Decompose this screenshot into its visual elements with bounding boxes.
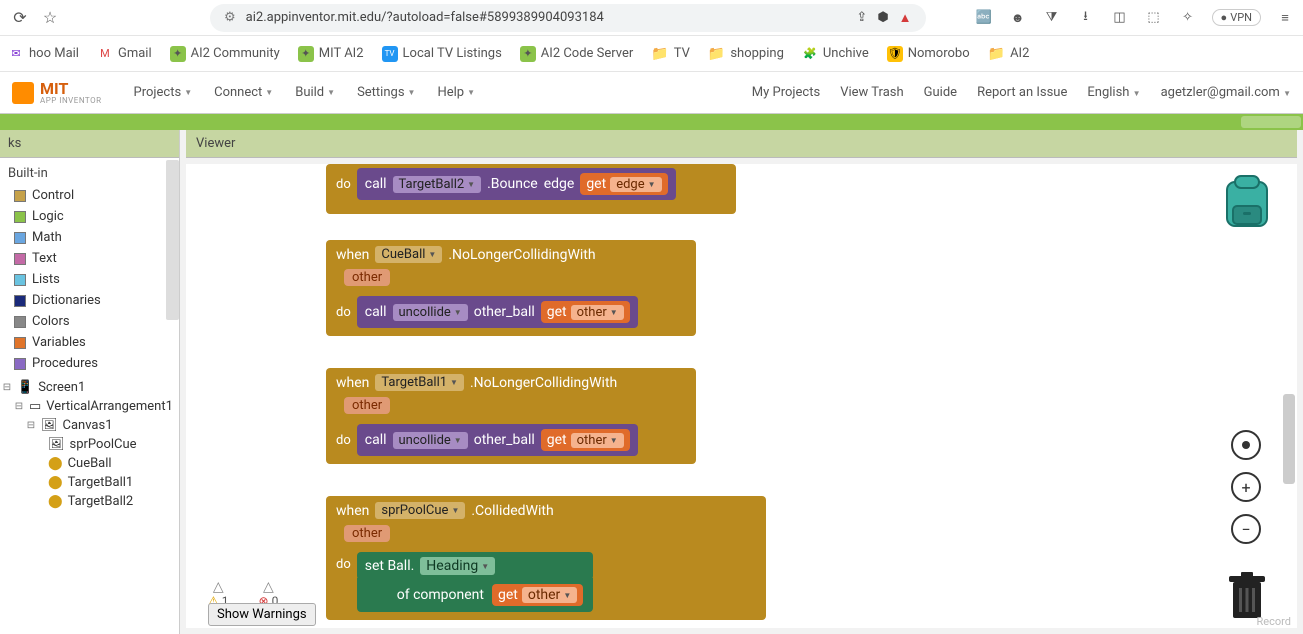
bookmark-nomorobo[interactable]: 🛡Nomorobo <box>887 46 970 62</box>
get-other-block[interactable]: get other▼ <box>492 584 583 606</box>
bookmark-icon[interactable]: ☆ <box>38 6 62 30</box>
link-my-projects[interactable]: My Projects <box>752 85 820 100</box>
sidepanel-icon[interactable]: ◫ <box>1110 8 1130 28</box>
downloads-icon[interactable]: ⭳ <box>1076 8 1096 28</box>
link-guide[interactable]: Guide <box>924 85 957 100</box>
url-text: ai2.appinventor.mit.edu/?autoload=false#… <box>246 10 604 25</box>
collapse-up-icon[interactable]: △ <box>263 580 274 594</box>
blocks-palette: ks Built-in Control Logic Math Text List… <box>0 130 180 634</box>
event-cueball-nolongercolliding[interactable]: when CueBall▼ .NoLongerCollidingWith oth… <box>326 240 696 336</box>
bookmark-ai2-folder[interactable]: 📁AI2 <box>988 46 1030 62</box>
set-heading-block[interactable]: set Ball. Heading▼ <box>357 552 593 580</box>
menu-connect[interactable]: Connect▼ <box>214 85 273 100</box>
zoom-out-button[interactable]: − <box>1231 514 1261 544</box>
drawer-logic[interactable]: Logic <box>0 206 179 227</box>
menu-help[interactable]: Help▼ <box>437 85 475 100</box>
trash-icon[interactable] <box>1227 572 1267 620</box>
call-uncollide-block[interactable]: call uncollide▼ other_ball get other▼ <box>357 424 638 456</box>
get-other-block[interactable]: get other▼ <box>541 429 630 451</box>
viewer-scrollbar[interactable] <box>1283 394 1295 484</box>
call-bounce-block[interactable]: call TargetBall2▼ .Bounce edge get edge▼ <box>357 168 676 200</box>
drawer-lists[interactable]: Lists <box>0 269 179 290</box>
menu-account[interactable]: agetzler@gmail.com ▼ <box>1161 85 1291 100</box>
blocks-canvas[interactable]: do call TargetBall2▼ .Bounce edge get ed… <box>186 164 1297 628</box>
dropdown-uncollide[interactable]: uncollide▼ <box>393 432 468 449</box>
zoom-in-button[interactable]: + <box>1231 472 1261 502</box>
drawer-variables[interactable]: Variables <box>0 332 179 353</box>
bookmark-unchive[interactable]: 🧩Unchive <box>802 46 869 62</box>
dropdown-cueball[interactable]: CueBall▼ <box>375 246 442 263</box>
viewer-panel: Viewer do call TargetBall2▼ .Bounce edge… <box>180 130 1303 634</box>
wallet-icon[interactable]: ⬚ <box>1144 8 1164 28</box>
reload-icon[interactable]: ⟳ <box>8 6 32 30</box>
component-vertical-arrangement[interactable]: ⊟▭VerticalArrangement1 <box>0 397 179 416</box>
event-block-edgereached[interactable]: do call TargetBall2▼ .Bounce edge get ed… <box>326 164 736 214</box>
profile-icon[interactable]: ☻ <box>1008 8 1028 28</box>
param-other[interactable]: other <box>344 525 390 542</box>
extensions-icon[interactable]: ⧩ <box>1042 8 1062 28</box>
dropdown-sprpoolcue[interactable]: sprPoolCue▼ <box>375 502 465 519</box>
drawer-math[interactable]: Math <box>0 227 179 248</box>
bookmark-ai2-community[interactable]: ✦AI2 Community <box>170 46 280 62</box>
bookmarks-bar: ✉hoo Mail MGmail ✦AI2 Community ✦MIT AI2… <box>0 36 1303 72</box>
toolbar-strip <box>0 114 1303 130</box>
dropdown-uncollide[interactable]: uncollide▼ <box>393 304 468 321</box>
appinventor-topbar: MITAPP INVENTOR Projects▼ Connect▼ Build… <box>0 72 1303 114</box>
event-sprpoolcue-collidedwith[interactable]: when sprPoolCue▼ .CollidedWith other do … <box>326 496 766 620</box>
drawer-dictionaries[interactable]: Dictionaries <box>0 290 179 311</box>
bookmark-yahoo-mail[interactable]: ✉hoo Mail <box>8 46 79 62</box>
builtin-header[interactable]: Built-in <box>0 162 179 185</box>
bookmark-mit-ai2[interactable]: ✦MIT AI2 <box>298 46 364 62</box>
translate-icon[interactable]: 🔤 <box>974 8 994 28</box>
backpack-icon[interactable] <box>1221 172 1273 230</box>
link-view-trash[interactable]: View Trash <box>840 85 903 100</box>
event-targetball1-nolongercolliding[interactable]: when TargetBall1▼ .NoLongerCollidingWith… <box>326 368 696 464</box>
get-other-block[interactable]: get other▼ <box>541 301 630 323</box>
link-report-issue[interactable]: Report an Issue <box>977 85 1067 100</box>
bookmark-local-tv[interactable]: TVLocal TV Listings <box>382 46 502 62</box>
bookmark-gmail[interactable]: MGmail <box>97 46 152 62</box>
drawer-control[interactable]: Control <box>0 185 179 206</box>
menu-projects[interactable]: Projects▼ <box>134 85 193 100</box>
call-uncollide-block[interactable]: call uncollide▼ other_ball get other▼ <box>357 296 638 328</box>
component-targetball2[interactable]: ⬤TargetBall2 <box>0 492 179 511</box>
share-icon[interactable]: ⇪ <box>856 10 867 25</box>
param-other[interactable]: other <box>344 269 390 286</box>
appinventor-logo[interactable]: MITAPP INVENTOR <box>0 81 114 105</box>
drawer-colors[interactable]: Colors <box>0 311 179 332</box>
collapse-up-icon[interactable]: △ <box>213 580 224 594</box>
menu-language[interactable]: English ▼ <box>1087 85 1140 100</box>
component-targetball1[interactable]: ⬤TargetBall1 <box>0 473 179 492</box>
vpn-button[interactable]: ● VPN <box>1212 9 1261 26</box>
leo-icon[interactable]: ✧ <box>1178 8 1198 28</box>
dropdown-heading[interactable]: Heading▼ <box>420 557 495 575</box>
drawer-text[interactable]: Text <box>0 248 179 269</box>
drawer-procedures[interactable]: Procedures <box>0 353 179 374</box>
site-settings-icon[interactable]: ⚙ <box>224 10 236 25</box>
param-other[interactable]: other <box>344 397 390 414</box>
menu-icon[interactable]: ≡ <box>1275 8 1295 28</box>
component-sprpoolcue[interactable]: 🖼sprPoolCue <box>0 435 179 454</box>
show-warnings-button[interactable]: Show Warnings <box>208 603 316 626</box>
browser-toolbar: ⟳ ☆ ⚙ ai2.appinventor.mit.edu/?autoload=… <box>0 0 1303 36</box>
center-view-button[interactable] <box>1231 430 1261 460</box>
brave-rewards-icon[interactable]: ▲ <box>899 10 912 26</box>
bookmark-ai2-code-server[interactable]: ✦AI2 Code Server <box>520 46 634 62</box>
menu-settings[interactable]: Settings▼ <box>357 85 415 100</box>
brave-shield-icon[interactable]: ⬢ <box>877 10 888 25</box>
palette-scrollbar[interactable] <box>166 160 179 320</box>
palette-header: ks <box>0 130 179 158</box>
component-screen1[interactable]: ⊟📱Screen1 <box>0 378 179 397</box>
dropdown-targetball2[interactable]: TargetBall2▼ <box>393 176 482 193</box>
bookmark-shopping-folder[interactable]: 📁shopping <box>708 46 784 62</box>
get-edge-block[interactable]: get edge▼ <box>580 173 667 195</box>
address-bar[interactable]: ⚙ ai2.appinventor.mit.edu/?autoload=fals… <box>210 4 926 32</box>
dropdown-targetball1[interactable]: TargetBall1▼ <box>375 374 464 391</box>
component-canvas[interactable]: ⊟🖼Canvas1 <box>0 416 179 435</box>
bookmark-tv-folder[interactable]: 📁TV <box>651 46 690 62</box>
component-cueball[interactable]: ⬤CueBall <box>0 454 179 473</box>
viewer-header: Viewer <box>186 130 1297 158</box>
menu-build[interactable]: Build▼ <box>295 85 335 100</box>
record-label: Record <box>1257 615 1291 628</box>
